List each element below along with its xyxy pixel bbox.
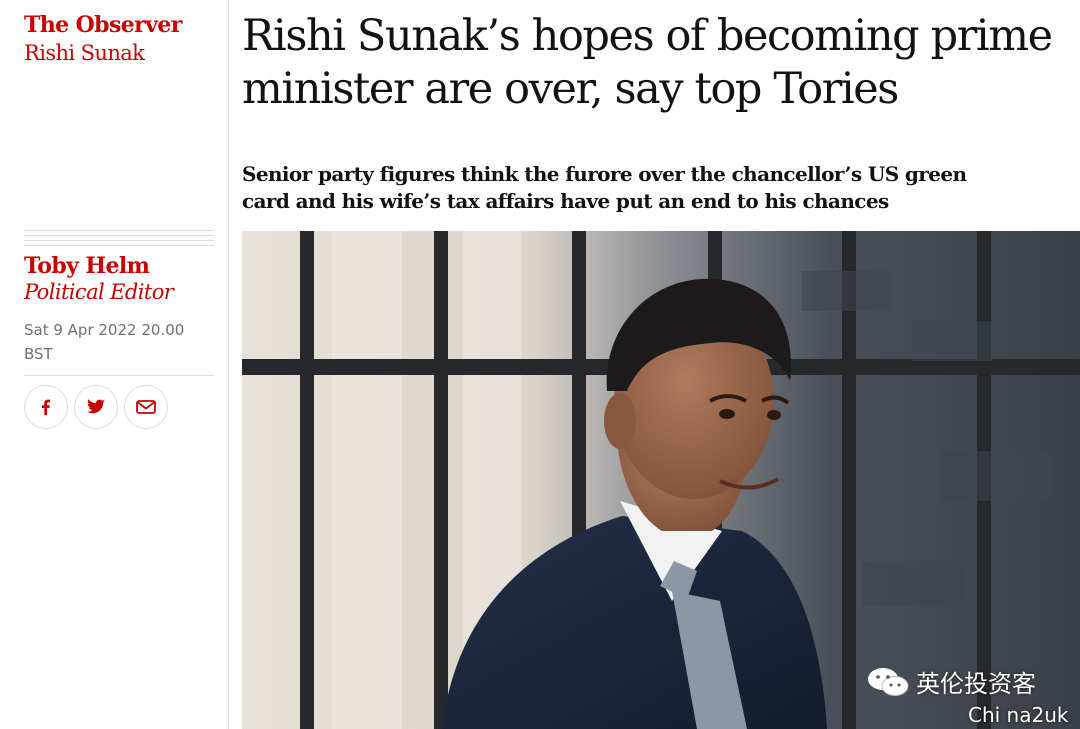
share-twitter-button[interactable] [74,385,118,429]
article-headline: Rishi Sunak’s hopes of becoming prime mi… [242,11,1053,114]
author-name-link[interactable]: Toby Helm [24,253,150,279]
meta-divider [24,230,214,250]
share-facebook-button[interactable] [24,385,68,429]
article-standfirst: Senior party figures think the furore ov… [242,162,967,213]
author-role: Political Editor [24,280,174,304]
photo-illustration [242,231,1080,729]
publication-date: Sat 9 Apr 2022 20.00 BST [24,318,199,366]
tag-link[interactable]: Rishi Sunak [24,40,145,66]
share-email-button[interactable] [124,385,168,429]
twitter-icon [87,399,105,414]
article-meta-column: The Observer Rishi Sunak Toby Helm Polit… [0,0,229,729]
source-watermark: Chi na2uk [968,703,1069,727]
watermark: 英伦投资客 [866,664,1036,699]
date-text: Sat 9 Apr 2022 20.00 [24,321,185,339]
wechat-icon [868,667,909,696]
email-icon [136,400,156,414]
share-divider [24,375,214,376]
facebook-icon [42,399,50,415]
main-photo [242,231,1080,729]
timezone-text: BST [24,345,53,363]
watermark-text: 英伦投资客 [916,670,1036,698]
series-link[interactable]: The Observer [24,12,182,38]
